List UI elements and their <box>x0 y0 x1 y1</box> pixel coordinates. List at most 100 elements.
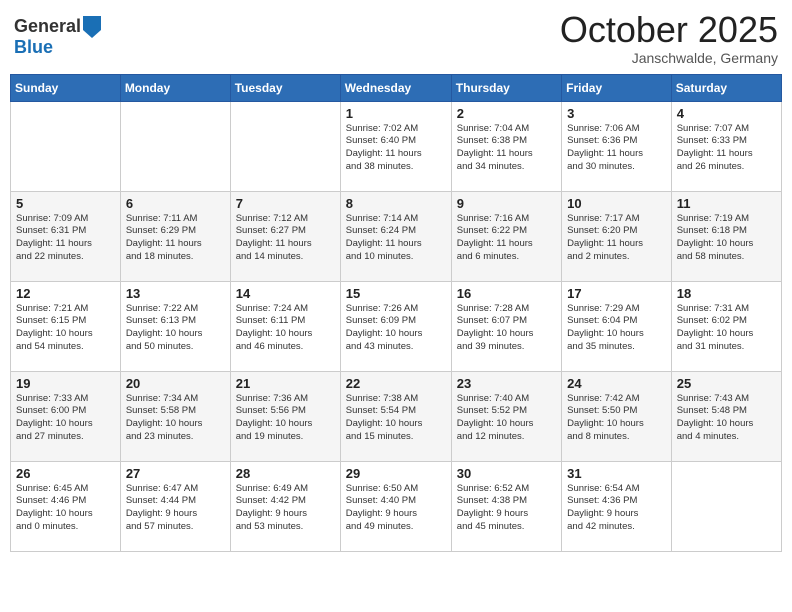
calendar-cell: 31 Sunrise: 6:54 AM Sunset: 4:36 PM Dayli… <box>562 461 672 551</box>
calendar-body: 1 Sunrise: 7:02 AM Sunset: 6:40 PM Daylig… <box>11 101 782 551</box>
day-number: 26 <box>16 466 115 481</box>
weekday-monday: Monday <box>120 74 230 101</box>
calendar-cell: 2 Sunrise: 7:04 AM Sunset: 6:38 PM Daylig… <box>451 101 561 191</box>
calendar-cell: 10Sunrise: 7:17 AM Sunset: 6:20 PM Dayli… <box>562 191 672 281</box>
calendar-cell: 23 Sunrise: 7:40 AM Sunset: 5:52 PM Dayli… <box>451 371 561 461</box>
calendar-cell: 9 Sunrise: 7:16 AM Sunset: 6:22 PM Daylig… <box>451 191 561 281</box>
weekday-wednesday: Wednesday <box>340 74 451 101</box>
day-info: Sunrise: 7:07 AM Sunset: 6:33 PM Dayligh… <box>677 123 776 174</box>
day-info: Sunrise: 7:09 AM Sunset: 6:31 PM Dayligh… <box>16 213 115 264</box>
calendar-table: SundayMondayTuesdayWednesdayThursdayFrid… <box>10 74 782 552</box>
day-info: Sunrise: 7:19 AM Sunset: 6:18 PM Dayligh… <box>677 213 776 264</box>
day-info: Sunrise: 7:43 AM Sunset: 5:48 PM Dayligh… <box>677 393 776 444</box>
weekday-tuesday: Tuesday <box>230 74 340 101</box>
day-number: 30 <box>457 466 556 481</box>
calendar-cell: 15Sunrise: 7:26 AM Sunset: 6:09 PM Dayli… <box>340 281 451 371</box>
logo-blue: Blue <box>14 37 53 57</box>
day-info: Sunrise: 7:36 AM Sunset: 5:56 PM Dayligh… <box>236 393 335 444</box>
day-number: 19 <box>16 376 115 391</box>
title-block: October 2025 Janschwalde, Germany <box>560 10 778 66</box>
day-info: Sunrise: 6:54 AM Sunset: 4:36 PM Dayligh… <box>567 483 666 534</box>
day-number: 29 <box>346 466 446 481</box>
logo-general: General <box>14 17 81 37</box>
day-info: Sunrise: 7:12 AM Sunset: 6:27 PM Dayligh… <box>236 213 335 264</box>
day-number: 22 <box>346 376 446 391</box>
day-info: Sunrise: 7:31 AM Sunset: 6:02 PM Dayligh… <box>677 303 776 354</box>
day-info: Sunrise: 7:28 AM Sunset: 6:07 PM Dayligh… <box>457 303 556 354</box>
day-info: Sunrise: 7:11 AM Sunset: 6:29 PM Dayligh… <box>126 213 225 264</box>
day-info: Sunrise: 7:42 AM Sunset: 5:50 PM Dayligh… <box>567 393 666 444</box>
day-number: 27 <box>126 466 225 481</box>
day-number: 11 <box>677 196 776 211</box>
calendar-cell: 16 Sunrise: 7:28 AM Sunset: 6:07 PM Dayli… <box>451 281 561 371</box>
day-info: Sunrise: 7:34 AM Sunset: 5:58 PM Dayligh… <box>126 393 225 444</box>
day-info: Sunrise: 7:33 AM Sunset: 6:00 PM Dayligh… <box>16 393 115 444</box>
month-title: October 2025 <box>560 10 778 50</box>
day-number: 3 <box>567 106 666 121</box>
location: Janschwalde, Germany <box>560 50 778 66</box>
calendar-cell: 21Sunrise: 7:36 AM Sunset: 5:56 PM Dayli… <box>230 371 340 461</box>
day-number: 1 <box>346 106 446 121</box>
day-info: Sunrise: 7:40 AM Sunset: 5:52 PM Dayligh… <box>457 393 556 444</box>
day-number: 28 <box>236 466 335 481</box>
day-info: Sunrise: 7:22 AM Sunset: 6:13 PM Dayligh… <box>126 303 225 354</box>
week-row-5: 26Sunrise: 6:45 AM Sunset: 4:46 PM Dayli… <box>11 461 782 551</box>
day-info: Sunrise: 7:38 AM Sunset: 5:54 PM Dayligh… <box>346 393 446 444</box>
calendar-cell <box>120 101 230 191</box>
day-info: Sunrise: 7:29 AM Sunset: 6:04 PM Dayligh… <box>567 303 666 354</box>
calendar-cell: 12 Sunrise: 7:21 AM Sunset: 6:15 PM Dayli… <box>11 281 121 371</box>
week-row-2: 5 Sunrise: 7:09 AM Sunset: 6:31 PM Daylig… <box>11 191 782 281</box>
day-info: Sunrise: 6:49 AM Sunset: 4:42 PM Dayligh… <box>236 483 335 534</box>
day-number: 2 <box>457 106 556 121</box>
calendar-cell: 11 Sunrise: 7:19 AM Sunset: 6:18 PM Dayli… <box>671 191 781 281</box>
day-info: Sunrise: 7:14 AM Sunset: 6:24 PM Dayligh… <box>346 213 446 264</box>
day-number: 7 <box>236 196 335 211</box>
day-number: 8 <box>346 196 446 211</box>
day-info: Sunrise: 7:16 AM Sunset: 6:22 PM Dayligh… <box>457 213 556 264</box>
calendar-cell: 1 Sunrise: 7:02 AM Sunset: 6:40 PM Daylig… <box>340 101 451 191</box>
day-number: 12 <box>16 286 115 301</box>
calendar-cell: 24Sunrise: 7:42 AM Sunset: 5:50 PM Dayli… <box>562 371 672 461</box>
day-number: 6 <box>126 196 225 211</box>
page-header: General Blue October 2025 Janschwalde, G… <box>10 10 782 66</box>
day-info: Sunrise: 7:21 AM Sunset: 6:15 PM Dayligh… <box>16 303 115 354</box>
day-number: 23 <box>457 376 556 391</box>
calendar-cell: 27 Sunrise: 6:47 AM Sunset: 4:44 PM Dayli… <box>120 461 230 551</box>
day-info: Sunrise: 6:50 AM Sunset: 4:40 PM Dayligh… <box>346 483 446 534</box>
day-info: Sunrise: 7:04 AM Sunset: 6:38 PM Dayligh… <box>457 123 556 174</box>
calendar-cell: 5 Sunrise: 7:09 AM Sunset: 6:31 PM Daylig… <box>11 191 121 281</box>
week-row-3: 12 Sunrise: 7:21 AM Sunset: 6:15 PM Dayli… <box>11 281 782 371</box>
day-number: 25 <box>677 376 776 391</box>
day-info: Sunrise: 7:02 AM Sunset: 6:40 PM Dayligh… <box>346 123 446 174</box>
day-number: 9 <box>457 196 556 211</box>
day-info: Sunrise: 6:47 AM Sunset: 4:44 PM Dayligh… <box>126 483 225 534</box>
logo-icon <box>83 16 101 38</box>
day-number: 16 <box>457 286 556 301</box>
calendar-cell: 13Sunrise: 7:22 AM Sunset: 6:13 PM Dayli… <box>120 281 230 371</box>
weekday-friday: Friday <box>562 74 672 101</box>
weekday-header-row: SundayMondayTuesdayWednesdayThursdayFrid… <box>11 74 782 101</box>
day-number: 5 <box>16 196 115 211</box>
weekday-saturday: Saturday <box>671 74 781 101</box>
weekday-sunday: Sunday <box>11 74 121 101</box>
calendar-cell: 22 Sunrise: 7:38 AM Sunset: 5:54 PM Dayli… <box>340 371 451 461</box>
day-number: 14 <box>236 286 335 301</box>
calendar-cell: 19 Sunrise: 7:33 AM Sunset: 6:00 PM Dayli… <box>11 371 121 461</box>
weekday-thursday: Thursday <box>451 74 561 101</box>
calendar-cell: 6 Sunrise: 7:11 AM Sunset: 6:29 PM Daylig… <box>120 191 230 281</box>
day-number: 17 <box>567 286 666 301</box>
calendar-cell: 4 Sunrise: 7:07 AM Sunset: 6:33 PM Daylig… <box>671 101 781 191</box>
day-number: 10 <box>567 196 666 211</box>
calendar-cell: 30Sunrise: 6:52 AM Sunset: 4:38 PM Dayli… <box>451 461 561 551</box>
calendar-cell: 7 Sunrise: 7:12 AM Sunset: 6:27 PM Daylig… <box>230 191 340 281</box>
week-row-4: 19 Sunrise: 7:33 AM Sunset: 6:00 PM Dayli… <box>11 371 782 461</box>
day-number: 31 <box>567 466 666 481</box>
calendar-cell: 3Sunrise: 7:06 AM Sunset: 6:36 PM Daylig… <box>562 101 672 191</box>
calendar-cell: 28 Sunrise: 6:49 AM Sunset: 4:42 PM Dayli… <box>230 461 340 551</box>
calendar-cell <box>671 461 781 551</box>
day-number: 4 <box>677 106 776 121</box>
calendar-cell: 14Sunrise: 7:24 AM Sunset: 6:11 PM Dayli… <box>230 281 340 371</box>
day-number: 15 <box>346 286 446 301</box>
logo: General Blue <box>14 16 101 58</box>
calendar-cell: 26Sunrise: 6:45 AM Sunset: 4:46 PM Dayli… <box>11 461 121 551</box>
